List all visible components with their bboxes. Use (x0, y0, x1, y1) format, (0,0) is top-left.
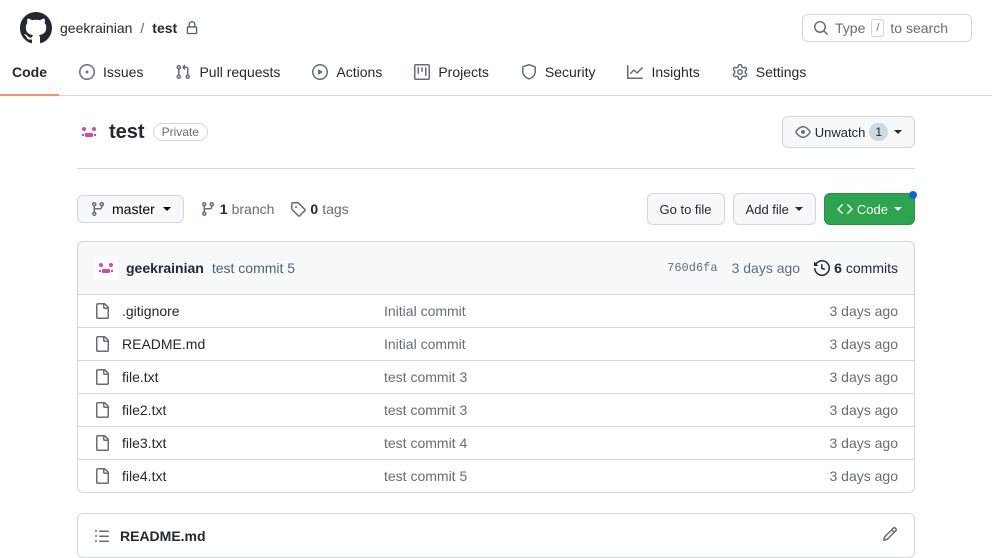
file-commit-message[interactable]: Initial commit (384, 336, 818, 352)
file-link[interactable]: file4.txt (122, 468, 166, 484)
history-icon (814, 260, 830, 276)
chevron-down-icon (894, 130, 902, 134)
breadcrumb-owner[interactable]: geekrainian (60, 20, 132, 36)
tab-issues[interactable]: Issues (67, 56, 155, 96)
file-icon (94, 435, 110, 451)
commit-message[interactable]: test commit 5 (212, 260, 295, 276)
github-logo-icon[interactable] (20, 12, 52, 44)
commits-link[interactable]: 6 commits (814, 260, 898, 276)
chevron-down-icon (894, 207, 902, 211)
file-icon (94, 402, 110, 418)
file-commit-message[interactable]: test commit 5 (384, 468, 818, 484)
file-row: file4.txt test commit 5 3 days ago (78, 459, 914, 492)
commit-hash[interactable]: 760d6fa (667, 261, 717, 275)
file-date: 3 days ago (830, 303, 899, 319)
issues-icon (79, 64, 95, 80)
add-file-button[interactable]: Add file (733, 193, 816, 225)
edit-readme-button[interactable] (882, 526, 898, 545)
tab-pull-requests[interactable]: Pull requests (163, 56, 292, 96)
commit-author[interactable]: geekrainian (126, 260, 204, 276)
code-icon (837, 201, 853, 217)
repo-avatar (77, 120, 101, 144)
branch-icon (90, 201, 106, 217)
branch-selector[interactable]: master (77, 195, 184, 223)
file-link[interactable]: README.md (122, 336, 205, 352)
projects-icon (414, 64, 430, 80)
unwatch-count: 1 (869, 123, 888, 141)
file-icon (94, 303, 110, 319)
tab-actions[interactable]: Actions (300, 56, 394, 96)
search-icon (813, 20, 829, 36)
readme-title: README.md (120, 528, 206, 544)
go-to-file-button[interactable]: Go to file (647, 193, 725, 225)
file-row: README.md Initial commit 3 days ago (78, 327, 914, 360)
search-input[interactable]: Type / to search (802, 14, 972, 42)
branch-count[interactable]: 1 branch (200, 201, 275, 217)
lock-icon (185, 21, 199, 35)
file-commit-message[interactable]: test commit 3 (384, 369, 818, 385)
readme-box: README.md (77, 513, 915, 558)
search-key-hint: / (871, 19, 884, 37)
tab-code[interactable]: Code (0, 56, 59, 96)
file-commit-message[interactable]: Initial commit (384, 303, 818, 319)
file-commit-message[interactable]: test commit 3 (384, 402, 818, 418)
file-date: 3 days ago (830, 468, 899, 484)
list-icon[interactable] (94, 528, 110, 544)
file-row: .gitignore Initial commit 3 days ago (78, 295, 914, 327)
branch-icon (200, 201, 216, 217)
pencil-icon (882, 526, 898, 542)
insights-icon (627, 64, 643, 80)
file-link[interactable]: file3.txt (122, 435, 166, 451)
file-row: file2.txt test commit 3 3 days ago (78, 393, 914, 426)
commit-date: 3 days ago (732, 260, 801, 276)
unwatch-button[interactable]: Unwatch 1 (782, 116, 915, 148)
file-icon (94, 336, 110, 352)
file-commit-message[interactable]: test commit 4 (384, 435, 818, 451)
tag-icon (290, 201, 306, 217)
tab-security[interactable]: Security (509, 56, 608, 96)
file-date: 3 days ago (830, 402, 899, 418)
actions-icon (312, 64, 328, 80)
breadcrumb: geekrainian / test (60, 20, 794, 36)
file-date: 3 days ago (830, 435, 899, 451)
file-row: file3.txt test commit 4 3 days ago (78, 426, 914, 459)
tag-count[interactable]: 0 tags (290, 201, 348, 217)
file-link[interactable]: file.txt (122, 369, 159, 385)
tab-insights[interactable]: Insights (615, 56, 711, 96)
tab-settings[interactable]: Settings (720, 56, 819, 96)
file-list: .gitignoreInitial commit3 days agoREADME… (77, 295, 915, 493)
latest-commit-bar: geekrainian test commit 5 760d6fa 3 days… (77, 241, 915, 295)
avatar[interactable] (94, 256, 118, 280)
gear-icon (732, 64, 748, 80)
repo-title: test (109, 121, 145, 144)
file-date: 3 days ago (830, 369, 899, 385)
file-icon (94, 369, 110, 385)
file-row: file.txt test commit 3 3 days ago (78, 360, 914, 393)
file-icon (94, 468, 110, 484)
security-icon (521, 64, 537, 80)
code-button[interactable]: Code (824, 193, 915, 225)
file-date: 3 days ago (830, 336, 899, 352)
eye-icon (795, 124, 811, 140)
pull-request-icon (175, 64, 191, 80)
chevron-down-icon (163, 207, 171, 211)
visibility-badge: Private (153, 123, 208, 141)
file-link[interactable]: file2.txt (122, 402, 166, 418)
chevron-down-icon (795, 207, 803, 211)
tab-projects[interactable]: Projects (402, 56, 501, 96)
breadcrumb-repo[interactable]: test (152, 20, 177, 36)
file-link[interactable]: .gitignore (122, 303, 180, 319)
